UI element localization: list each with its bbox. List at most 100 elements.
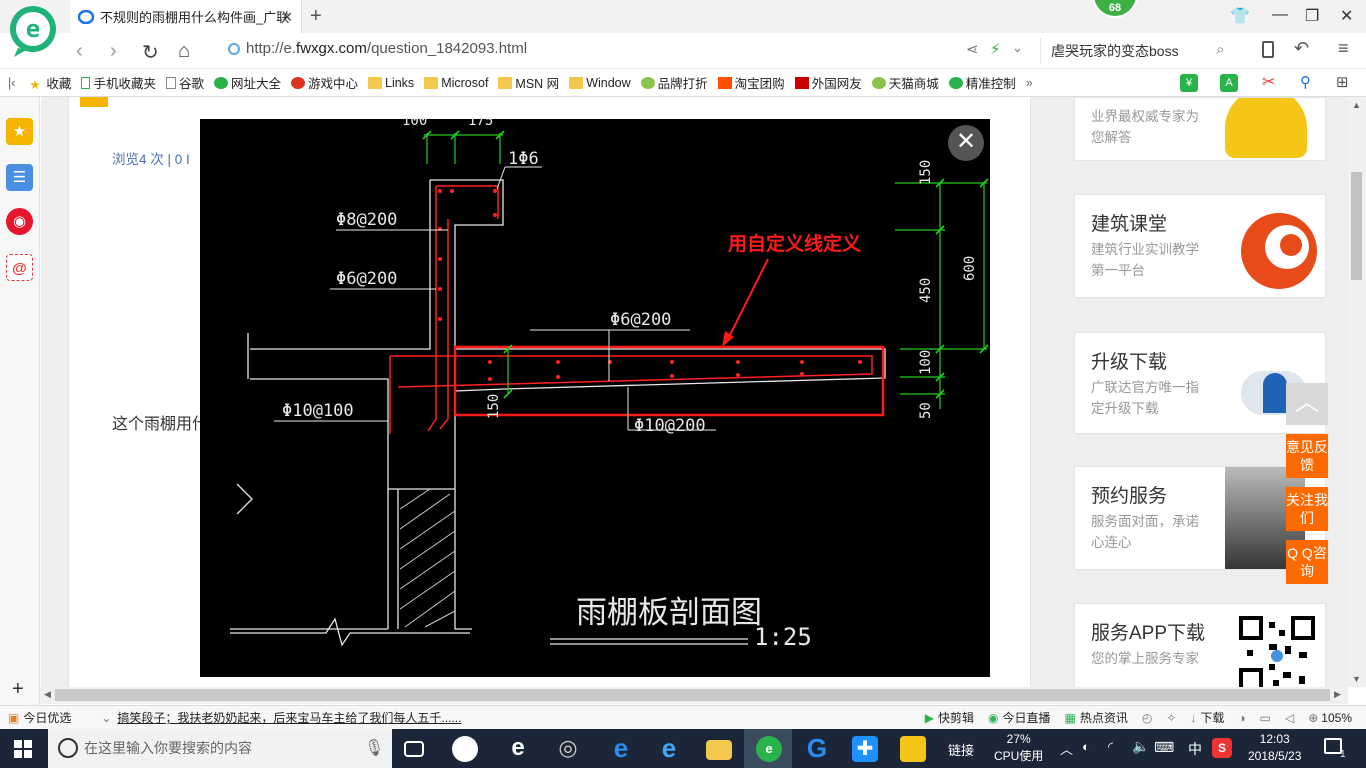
- green-browser-icon[interactable]: e: [756, 736, 782, 762]
- today-live[interactable]: ◉ 今日直播: [988, 709, 1051, 726]
- undo-icon[interactable]: ↶: [1294, 38, 1309, 59]
- plus-app-icon[interactable]: ✚: [852, 736, 878, 762]
- chevron-down-icon[interactable]: ⌄: [1012, 40, 1023, 56]
- sound-icon[interactable]: ◁: [1285, 711, 1294, 725]
- notes-app-icon[interactable]: [900, 736, 926, 762]
- taskbar-search-input[interactable]: 在这里输入你要搜索的内容: [48, 729, 392, 768]
- quick-cut[interactable]: ▶ 快剪辑: [925, 709, 974, 726]
- forward-icon[interactable]: ›: [110, 40, 117, 63]
- bookmark-google[interactable]: 谷歌: [165, 73, 204, 92]
- tray-chevron-icon[interactable]: ︿: [1060, 739, 1073, 758]
- coupon-icon[interactable]: ¥: [1180, 74, 1198, 92]
- share-icon[interactable]: ⋖: [966, 40, 979, 58]
- close-viewer-button[interactable]: ✕: [948, 125, 984, 161]
- cortana-icon: [58, 738, 78, 758]
- translate-icon[interactable]: A: [1220, 74, 1238, 92]
- volume-icon[interactable]: 🔈: [1132, 738, 1149, 755]
- task-view-icon[interactable]: [404, 741, 424, 757]
- close-tab-icon[interactable]: ✕: [281, 9, 293, 26]
- bookmark-links[interactable]: Links: [368, 76, 414, 90]
- keyboard-icon[interactable]: ⌨: [1154, 739, 1174, 756]
- ie-icon[interactable]: e: [656, 735, 682, 762]
- close-window-icon[interactable]: ✕: [1340, 6, 1353, 26]
- link-label[interactable]: 链接: [948, 740, 974, 759]
- browser-logo-icon[interactable]: e: [8, 4, 58, 58]
- follow-us-button[interactable]: 关注我们: [1286, 487, 1328, 531]
- download-icon: ↓: [1190, 710, 1197, 725]
- bookmark-microsoft[interactable]: Microsof: [424, 76, 488, 90]
- new-tab-button[interactable]: +: [310, 5, 322, 28]
- bookmark-taobao[interactable]: 淘宝团购: [717, 73, 785, 92]
- clean-icon[interactable]: ◑: [1238, 711, 1245, 725]
- search-input[interactable]: 虐哭玩家的变态boss: [1040, 38, 1240, 64]
- bookmark-foreign[interactable]: 外国网友: [794, 73, 862, 92]
- today-pick[interactable]: ▣ 今日优选: [8, 709, 71, 726]
- hot-news[interactable]: ▦ 热点资讯: [1064, 709, 1127, 726]
- zoom-level[interactable]: ⊕ 105%: [1308, 711, 1352, 725]
- scroll-up-icon[interactable]: ▲: [1352, 100, 1361, 110]
- back-to-top-button[interactable]: ︿: [1286, 383, 1328, 425]
- bookmark-games[interactable]: 游戏中心: [290, 73, 358, 92]
- ime-indicator[interactable]: 中: [1188, 739, 1202, 759]
- flash-icon[interactable]: ⚡: [990, 40, 1001, 58]
- pinwheel-app-icon[interactable]: [452, 736, 478, 762]
- scroll-down-icon[interactable]: ▼: [1352, 674, 1361, 684]
- url-field[interactable]: http://e.fwxgx.com/question_1842093.html: [246, 40, 527, 57]
- bookmark-windows[interactable]: Window: [569, 76, 631, 90]
- card-building-class[interactable]: 建筑课堂 建筑行业实训教学第一平台: [1074, 194, 1326, 298]
- file-explorer-icon[interactable]: [706, 740, 732, 760]
- bookmarks-collapse-icon[interactable]: |‹: [8, 76, 15, 90]
- card-app-download[interactable]: 服务APP下载 您的掌上服务专家: [1074, 603, 1326, 693]
- feedback-button[interactable]: 意见反馈: [1286, 434, 1328, 478]
- home-icon[interactable]: ⌂: [178, 40, 190, 63]
- phone-icon[interactable]: [1262, 41, 1274, 58]
- spiral-app-icon[interactable]: ◎: [555, 736, 581, 762]
- reading-list-icon[interactable]: ☰: [6, 164, 33, 191]
- speed-icon[interactable]: ◴: [1142, 711, 1152, 725]
- refresh-icon[interactable]: ↻: [142, 40, 159, 65]
- question-icon: [80, 97, 108, 107]
- horizontal-scroll-thumb[interactable]: [55, 689, 1330, 701]
- add-sidebar-icon[interactable]: +: [12, 678, 24, 701]
- zoom-icon[interactable]: ⚲: [1300, 73, 1311, 91]
- vertical-scroll-thumb[interactable]: [1351, 172, 1362, 280]
- system-clock[interactable]: 12:03 2018/5/23: [1248, 731, 1301, 765]
- bookmark-hao[interactable]: 网址大全: [213, 73, 281, 92]
- window-icon[interactable]: ▭: [1260, 711, 1271, 725]
- back-icon[interactable]: ‹: [76, 40, 83, 63]
- dim-100: 100: [918, 350, 934, 375]
- screenshot-icon[interactable]: ✂: [1262, 72, 1275, 92]
- maximize-icon[interactable]: ❐: [1305, 6, 1319, 26]
- scroll-right-icon[interactable]: ▶: [1334, 689, 1341, 700]
- tray-app-icon[interactable]: ◐: [1082, 739, 1090, 754]
- bookmark-favorites[interactable]: ★ 收藏: [29, 73, 71, 92]
- bookmark-tmall[interactable]: 天猫商城: [871, 73, 939, 92]
- minimize-icon[interactable]: —: [1272, 6, 1288, 24]
- search-icon[interactable]: ⌕: [1216, 41, 1224, 58]
- wifi-icon[interactable]: ◜: [1108, 739, 1113, 755]
- favorites-icon[interactable]: ★: [6, 118, 33, 145]
- download[interactable]: ↓ 下载: [1190, 709, 1224, 726]
- tab-active[interactable]: 不规则的雨棚用什么构件画_广联 ✕: [70, 0, 302, 33]
- edge-icon[interactable]: e: [608, 735, 634, 762]
- card-expert[interactable]: 业界最权威专家为您解答: [1074, 97, 1326, 161]
- blue-g-app-icon[interactable]: G: [804, 735, 830, 762]
- apps-icon[interactable]: ⊞: [1336, 73, 1349, 91]
- more-bookmarks-icon[interactable]: »: [1026, 76, 1033, 90]
- bookmark-msn[interactable]: MSN 网: [498, 73, 559, 92]
- menu-icon[interactable]: ≡: [1338, 38, 1349, 59]
- sogou-ime-icon[interactable]: S: [1212, 738, 1232, 758]
- windows-start-icon[interactable]: [14, 740, 32, 758]
- bookmark-brand[interactable]: 品牌打折: [640, 73, 708, 92]
- news-ticker[interactable]: ⌄ 搞笑段子；我扶老奶奶起来，后来宝马车主给了我们每人五千......: [101, 709, 461, 726]
- weibo-icon[interactable]: ◉: [6, 208, 33, 235]
- e-browser-icon[interactable]: e: [505, 736, 531, 762]
- bookmark-precise[interactable]: 精准控制: [948, 73, 1016, 92]
- microphone-icon[interactable]: 🎙: [364, 738, 384, 758]
- email-icon[interactable]: @: [6, 254, 33, 281]
- scroll-left-icon[interactable]: ◀: [44, 689, 51, 700]
- skin-icon[interactable]: 👕: [1230, 6, 1250, 26]
- bookmark-mobile[interactable]: 手机收藏夹: [81, 73, 156, 92]
- pin-icon[interactable]: ✧: [1166, 711, 1176, 725]
- qq-consult-button[interactable]: Q Q咨询: [1286, 540, 1328, 584]
